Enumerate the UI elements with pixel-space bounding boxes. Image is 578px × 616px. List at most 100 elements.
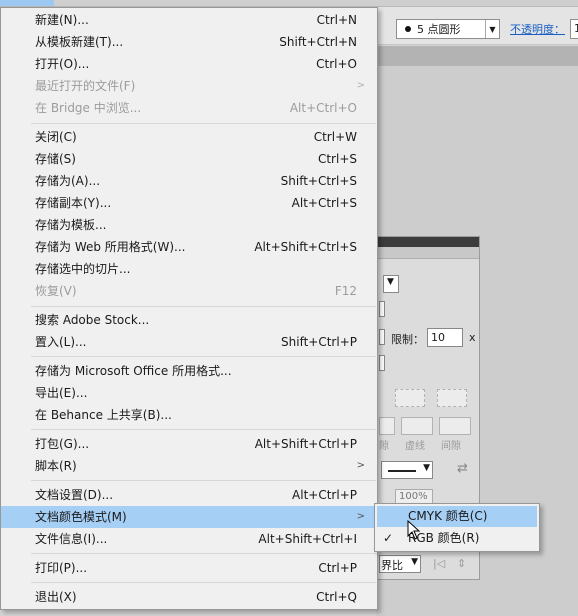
menu-item-open[interactable]: 打开(O)... Ctrl+O	[1, 53, 377, 75]
chevron-down-icon[interactable]: ▼	[485, 20, 499, 38]
file-menu: 新建(N)... Ctrl+N 从模板新建(T)... Shift+Ctrl+N 打…	[0, 7, 378, 610]
brush-definition-value: 5 点圆形	[417, 23, 461, 36]
menu-item-exit[interactable]: 退出(X) Ctrl+Q	[1, 586, 377, 608]
cap-field[interactable]	[379, 301, 385, 317]
flip-vertical-icon[interactable]: ⇕	[457, 557, 466, 570]
menu-item-label: 存储选中的切片...	[35, 262, 131, 276]
menu-item-shortcut: Ctrl+Q	[316, 590, 357, 604]
menu-separator	[31, 582, 376, 583]
menu-item-label: 从模板新建(T)...	[35, 35, 124, 49]
menu-item-label: 存储副本(Y)...	[35, 196, 112, 210]
menu-item-scripts[interactable]: 脚本(R) >	[1, 455, 377, 477]
dash-preserve-button[interactable]	[395, 389, 425, 407]
menu-item-label: 退出(X)	[35, 590, 77, 604]
gap-field-1[interactable]	[401, 417, 433, 435]
menu-item-search-adobe-stock[interactable]: 搜索 Adobe Stock...	[1, 309, 377, 331]
panel-header	[377, 237, 479, 247]
menu-item-shortcut: Alt+Shift+Ctrl+P	[254, 437, 357, 451]
menu-item-label: 文件信息(I)...	[35, 532, 108, 546]
menu-separator	[31, 480, 376, 481]
menu-item-shortcut: Ctrl+N	[316, 13, 357, 27]
menu-item-shortcut: Ctrl+W	[313, 130, 357, 144]
menu-item-revert[interactable]: 恢复(V) F12	[1, 280, 377, 302]
menu-item-save-for-web[interactable]: 存储为 Web 所用格式(W)... Alt+Shift+Ctrl+S	[1, 236, 377, 258]
menu-separator	[31, 356, 376, 357]
swap-arrow-icon[interactable]: ⇄	[457, 461, 468, 476]
scale-value: 100%	[399, 491, 428, 502]
menu-item-shortcut: Alt+Shift+Ctrl+I	[258, 532, 357, 546]
menu-item-label: 存储(S)	[35, 152, 76, 166]
align-field[interactable]	[379, 355, 385, 371]
brush-definition-select[interactable]: 5 点圆形 ▼	[396, 19, 500, 39]
limit-field[interactable]: 10	[427, 328, 463, 347]
menu-item-save[interactable]: 存储(S) Ctrl+S	[1, 148, 377, 170]
menu-item-export[interactable]: 导出(E)...	[1, 382, 377, 404]
menu-item-label: 文档颜色模式(M)	[35, 510, 127, 524]
mouse-cursor-icon	[407, 520, 421, 540]
menu-item-shortcut: Alt+Shift+Ctrl+S	[254, 240, 357, 254]
menu-item-file-info[interactable]: 文件信息(I)... Alt+Shift+Ctrl+I	[1, 528, 377, 550]
menu-item-label: 存储为 Microsoft Office 所用格式...	[35, 364, 232, 378]
arrowhead-select[interactable]: ▼	[381, 461, 433, 479]
dash-faded-label: 隙	[379, 441, 389, 452]
menu-item-save-selected-slices[interactable]: 存储选中的切片...	[1, 258, 377, 280]
menu-item-label: 新建(N)...	[35, 13, 89, 27]
color-mode-submenu: CMYK 颜色(C) ✓ RGB 颜色(R)	[374, 503, 540, 552]
menu-item-shortcut: Alt+Ctrl+P	[292, 488, 357, 502]
menu-item-label: 文档设置(D)...	[35, 488, 114, 502]
menu-item-document-color-mode[interactable]: 文档颜色模式(M) >	[1, 506, 377, 528]
menu-item-shortcut: Ctrl+O	[316, 57, 357, 71]
menu-item-shortcut: Shift+Ctrl+N	[279, 35, 357, 49]
control-bar: 5 点圆形 ▼ 不透明度： 1	[376, 7, 578, 45]
opacity-label-link[interactable]: 不透明度：	[510, 21, 565, 37]
menu-item-label: 脚本(R)	[35, 459, 77, 473]
menu-item-place[interactable]: 置入(L)... Shift+Ctrl+P	[1, 331, 377, 353]
menu-item-label: 在 Behance 上共享(B)...	[35, 408, 172, 422]
menu-item-save-as-template[interactable]: 存储为模板...	[1, 214, 377, 236]
menu-item-close[interactable]: 关闭(C) Ctrl+W	[1, 126, 377, 148]
menu-item-shortcut: Ctrl+P	[318, 561, 357, 575]
menu-item-new-from-template[interactable]: 从模板新建(T)... Shift+Ctrl+N	[1, 31, 377, 53]
profile-select[interactable]: 界比 ▼	[379, 555, 421, 573]
menu-separator	[31, 553, 376, 554]
dash-field-2[interactable]	[439, 417, 471, 435]
menu-item-save-for-office[interactable]: 存储为 Microsoft Office 所用格式...	[1, 360, 377, 382]
menu-item-package[interactable]: 打包(G)... Alt+Shift+Ctrl+P	[1, 433, 377, 455]
menu-item-open-recent[interactable]: 最近打开的文件(F) >	[1, 75, 377, 97]
dash-field-1[interactable]	[379, 417, 395, 435]
limit-label: 限制：	[391, 333, 424, 346]
menu-item-save-as[interactable]: 存储为(A)... Shift+Ctrl+S	[1, 170, 377, 192]
gap-label: 间隙	[441, 441, 461, 452]
menu-item-print[interactable]: 打印(P)... Ctrl+P	[1, 557, 377, 579]
menu-item-label: 导出(E)...	[35, 386, 88, 400]
document-tab-strip	[376, 46, 578, 66]
menu-item-label: 在 Bridge 中浏览...	[35, 101, 142, 115]
menu-item-label: 最近打开的文件(F)	[35, 79, 136, 93]
line-preview	[388, 470, 416, 472]
menu-item-label: 打印(P)...	[35, 561, 88, 575]
checkmark-icon: ✓	[383, 531, 394, 545]
dash-label: 虚线	[405, 441, 425, 452]
menu-item-shortcut: F12	[334, 284, 357, 298]
menu-bar-file-selected[interactable]	[0, 0, 54, 6]
menu-item-save-copy[interactable]: 存储副本(Y)... Alt+Ctrl+S	[1, 192, 377, 214]
menu-item-document-setup[interactable]: 文档设置(D)... Alt+Ctrl+P	[1, 484, 377, 506]
menu-separator	[31, 306, 376, 307]
menu-separator	[31, 123, 376, 124]
menu-item-share-on-behance[interactable]: 在 Behance 上共享(B)...	[1, 404, 377, 426]
menu-item-browse-in-bridge[interactable]: 在 Bridge 中浏览... Alt+Ctrl+O	[1, 97, 377, 119]
chevron-right-icon: >	[356, 460, 365, 471]
menu-item-new[interactable]: 新建(N)... Ctrl+N	[1, 9, 377, 31]
dash-align-button[interactable]	[437, 389, 467, 407]
menu-item-label: 恢复(V)	[35, 284, 77, 298]
menu-item-label: 打开(O)...	[35, 57, 90, 71]
submenu-item-cmyk[interactable]: CMYK 颜色(C)	[377, 506, 537, 527]
menu-item-shortcut: Shift+Ctrl+S	[280, 174, 357, 188]
brush-dot-icon	[405, 26, 411, 32]
submenu-item-rgb[interactable]: ✓ RGB 颜色(R)	[377, 528, 537, 549]
corner-field[interactable]	[379, 329, 385, 345]
opacity-field[interactable]: 1	[570, 19, 578, 39]
menu-item-label: 置入(L)...	[35, 335, 87, 349]
weight-dropdown[interactable]: ▼	[383, 275, 399, 293]
flip-icon[interactable]: |◁	[433, 557, 445, 570]
